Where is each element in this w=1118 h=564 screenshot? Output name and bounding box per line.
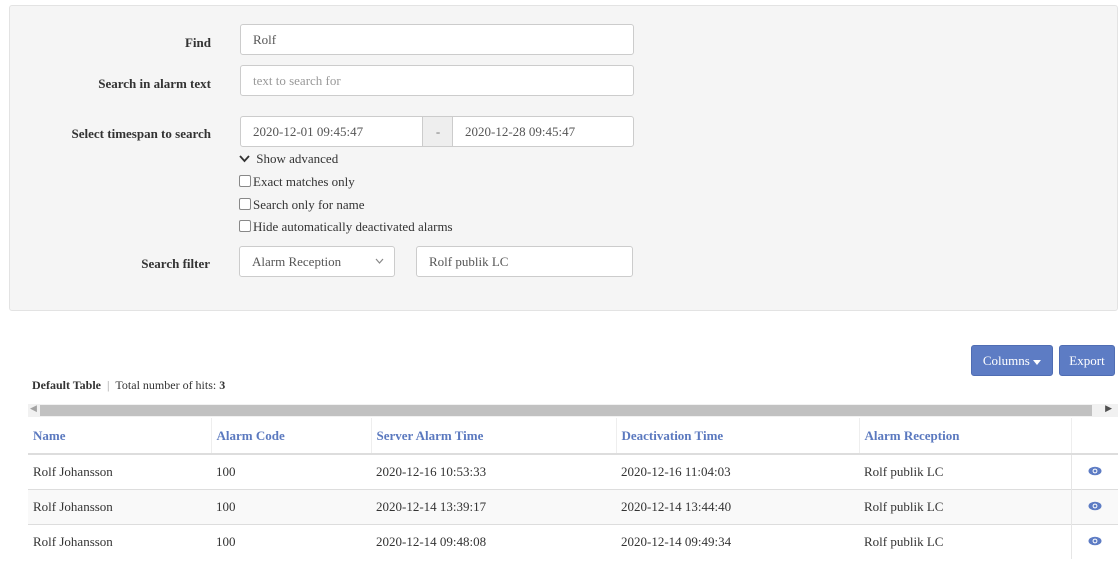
header-deactivation-time[interactable]: Deactivation Time: [616, 418, 860, 455]
cell-alarm-reception: Rolf publik LC: [859, 523, 1071, 559]
eye-icon[interactable]: [1088, 499, 1102, 515]
hide-deactivated-label: Hide automatically deactivated alarms: [253, 219, 453, 234]
columns-button-label: Columns: [982, 353, 1030, 368]
scrollbar-thumb[interactable]: [40, 405, 1092, 416]
header-name[interactable]: Name: [28, 418, 212, 455]
cell-name: Rolf Johansson: [28, 488, 211, 524]
header-actions: [1070, 418, 1118, 455]
find-label: Find: [184, 35, 211, 50]
search-filter-label: Search filter: [141, 256, 210, 271]
table-row[interactable]: Rolf Johansson 100 2020-12-16 10:53:33 2…: [28, 453, 1118, 489]
cell-alarm-code: 100: [211, 488, 371, 524]
hits-label: Total number of hits:: [115, 378, 217, 392]
view-action[interactable]: [1070, 488, 1118, 524]
name-only-option[interactable]: Search only for name: [239, 197, 365, 213]
table-row[interactable]: Rolf Johansson 100 2020-12-14 09:48:08 2…: [28, 523, 1118, 559]
cell-server-alarm-time: 2020-12-16 10:53:33: [371, 453, 616, 489]
timespan-label: Select timespan to search: [71, 126, 211, 141]
cell-alarm-code: 100: [211, 523, 371, 559]
name-only-checkbox[interactable]: [239, 198, 251, 210]
alarm-text-input[interactable]: text to search for: [240, 65, 634, 96]
chevron-down-icon: [239, 151, 253, 167]
hide-deactivated-checkbox[interactable]: [239, 220, 251, 232]
alarm-text-label: Search in alarm text: [98, 76, 211, 91]
exact-matches-label: Exact matches only: [253, 174, 355, 189]
columns-button[interactable]: Columns: [971, 345, 1053, 376]
eye-icon[interactable]: [1088, 464, 1102, 480]
search-filter-select-value: Alarm Reception: [252, 254, 342, 269]
show-advanced-toggle[interactable]: Show advanced: [239, 151, 338, 167]
table-info-separator: |: [107, 378, 110, 392]
horizontal-scrollbar[interactable]: ◀ ▶: [28, 403, 1118, 417]
eye-icon[interactable]: [1088, 534, 1102, 550]
cell-server-alarm-time: 2020-12-14 13:39:17: [371, 488, 616, 524]
header-server-alarm-time[interactable]: Server Alarm Time: [371, 418, 617, 455]
date-separator: -: [423, 116, 453, 147]
cell-name: Rolf Johansson: [28, 523, 211, 559]
cell-name: Rolf Johansson: [28, 453, 211, 489]
name-only-label: Search only for name: [253, 197, 365, 212]
view-action[interactable]: [1070, 453, 1118, 489]
find-input[interactable]: Rolf: [240, 24, 634, 55]
search-filter-select[interactable]: Alarm Reception: [239, 246, 395, 277]
scroll-right-icon[interactable]: ▶: [1105, 403, 1112, 414]
exact-matches-option[interactable]: Exact matches only: [239, 174, 355, 190]
export-button[interactable]: Export: [1059, 345, 1115, 376]
cell-alarm-code: 100: [211, 453, 371, 489]
cell-server-alarm-time: 2020-12-14 09:48:08: [371, 523, 616, 559]
exact-matches-checkbox[interactable]: [239, 175, 251, 187]
cell-deactivation-time: 2020-12-14 13:44:40: [616, 488, 859, 524]
cell-deactivation-time: 2020-12-14 09:49:34: [616, 523, 859, 559]
scroll-left-icon[interactable]: ◀: [30, 403, 37, 414]
hits-count: 3: [219, 378, 226, 392]
show-advanced-label: Show advanced: [256, 151, 339, 166]
cell-alarm-reception: Rolf publik LC: [859, 453, 1071, 489]
chevron-down-icon: [375, 247, 384, 276]
search-filter-value-input[interactable]: Rolf publik LC: [416, 246, 633, 277]
header-alarm-code[interactable]: Alarm Code: [211, 418, 372, 455]
hide-deactivated-option[interactable]: Hide automatically deactivated alarms: [239, 219, 453, 235]
table-name: Default Table: [32, 378, 102, 392]
date-to-input[interactable]: 2020-12-28 09:45:47: [452, 116, 634, 147]
results-table: Name Alarm Code Server Alarm Time Deacti…: [28, 418, 1118, 559]
table-row[interactable]: Rolf Johansson 100 2020-12-14 13:39:17 2…: [28, 488, 1118, 524]
cell-deactivation-time: 2020-12-16 11:04:03: [616, 453, 859, 489]
header-alarm-reception[interactable]: Alarm Reception: [859, 418, 1072, 455]
table-info: Default Table | Total number of hits: 3: [32, 378, 225, 393]
view-action[interactable]: [1070, 523, 1118, 559]
date-from-input[interactable]: 2020-12-01 09:45:47: [240, 116, 423, 147]
caret-down-icon: [1033, 353, 1042, 368]
cell-alarm-reception: Rolf publik LC: [859, 488, 1071, 524]
table-header-row: Name Alarm Code Server Alarm Time Deacti…: [28, 418, 1118, 455]
